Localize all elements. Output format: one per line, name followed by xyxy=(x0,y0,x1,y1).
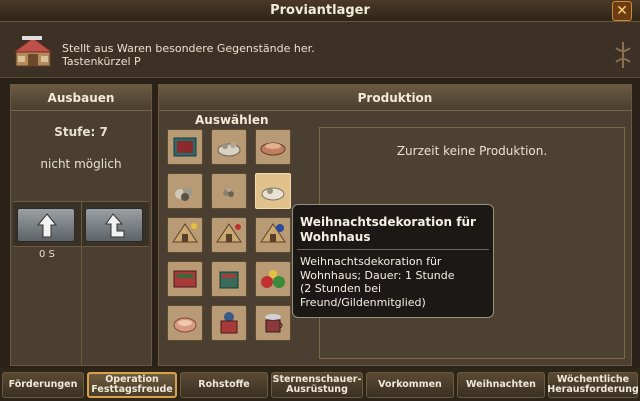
choose-label: Auswählen xyxy=(195,113,269,127)
tooltip-title: Weihnachtsdekoration für Wohnhaus xyxy=(300,215,476,244)
tent-decoration-icon xyxy=(260,223,286,243)
gift-bags-icon xyxy=(261,270,285,288)
tab-vorkommen[interactable]: Vorkommen xyxy=(366,372,454,398)
tab-sternenschauer-ausruestung[interactable]: Sternenschauer-Ausrüstung xyxy=(271,372,363,398)
item-slot[interactable] xyxy=(255,305,291,341)
tooltip-line: (2 Stunden bei xyxy=(300,282,382,295)
arrow-up-icon xyxy=(36,213,58,238)
item-slot[interactable] xyxy=(211,173,247,209)
arrow-up-bent-icon xyxy=(105,213,125,238)
tab-operation-festtagsfreude[interactable]: Operation Festtagsfreude xyxy=(87,372,177,398)
item-slot[interactable] xyxy=(167,261,203,297)
tab-rohstoffe[interactable]: Rohstoffe xyxy=(180,372,268,398)
upgrade-status: nicht möglich xyxy=(40,157,122,171)
hot-drink-icon xyxy=(265,314,283,333)
bread-loaf-icon xyxy=(260,142,286,156)
item-slot[interactable] xyxy=(255,129,291,165)
item-slot[interactable] xyxy=(211,129,247,165)
tab-weihnachten[interactable]: Weihnachten xyxy=(457,372,545,398)
building-shortcut: Tastenkürzel P xyxy=(62,55,141,68)
window-titlebar: Proviantlager ✕ xyxy=(0,0,640,22)
item-slot[interactable] xyxy=(255,217,291,253)
tent-decoration-icon xyxy=(216,223,242,243)
item-slot[interactable] xyxy=(167,173,203,209)
rubble-pile-icon xyxy=(175,187,193,201)
item-slot[interactable] xyxy=(211,217,247,253)
stone-chest-icon xyxy=(173,137,197,157)
tooltip-line: Freund/Gildenmitglied) xyxy=(300,295,426,309)
ornament-icon xyxy=(615,42,631,68)
production-status: Zurzeit keine Produktion. xyxy=(396,144,548,158)
item-slot[interactable] xyxy=(167,129,203,165)
mortar-ore-icon xyxy=(217,142,241,157)
tab-foerderungen[interactable]: Förderungen xyxy=(2,372,84,398)
instant-upgrade-button[interactable] xyxy=(85,208,143,242)
window-title: Proviantlager xyxy=(270,3,370,18)
stocking-icon xyxy=(219,271,239,289)
item-tooltip: Weihnachtsdekoration für Wohnhaus Weihna… xyxy=(292,204,494,318)
item-slot[interactable] xyxy=(167,217,203,253)
item-slot[interactable] xyxy=(211,305,247,341)
tooltip-line: Wohnhaus; Dauer: 1 Stunde xyxy=(300,268,455,282)
item-slot-selected[interactable] xyxy=(255,173,291,209)
building-info-bar: Stellt aus Waren besondere Gegenstände h… xyxy=(0,22,640,78)
tooltip-line: Weihnachtsdekoration für xyxy=(300,255,442,268)
upgrade-cost: 0 S xyxy=(39,249,55,260)
storehouse-icon xyxy=(12,36,54,67)
tent-decoration-icon xyxy=(172,223,198,243)
divider xyxy=(297,249,489,250)
production-header: Produktion xyxy=(159,85,631,111)
close-icon[interactable]: ✕ xyxy=(612,1,632,21)
building-level: Stufe: 7 xyxy=(54,125,108,139)
upgrade-panel: Ausbauen Stufe: 7 nicht möglich 0 S xyxy=(10,84,152,366)
upgrade-button[interactable] xyxy=(17,208,75,242)
ore-pile-icon xyxy=(261,187,285,201)
divider xyxy=(81,201,82,365)
item-slot[interactable] xyxy=(167,305,203,341)
building-description: Stellt aus Waren besondere Gegenstände h… xyxy=(62,42,315,55)
tab-woechentliche-herausforderung[interactable]: Wöchentliche Herausforderung xyxy=(547,372,639,398)
cookie-icon xyxy=(173,317,197,333)
tooltip-body: Weihnachtsdekoration für Wohnhaus; Dauer… xyxy=(300,255,492,309)
upgrade-header: Ausbauen xyxy=(11,85,151,111)
item-slot[interactable] xyxy=(211,261,247,297)
category-tabs: Förderungen Operation Festtagsfreude Roh… xyxy=(0,368,640,401)
ornament-crate-icon xyxy=(173,270,197,288)
item-slot[interactable] xyxy=(255,261,291,297)
dust-pile-icon xyxy=(223,188,234,197)
sweater-icon xyxy=(220,312,238,334)
